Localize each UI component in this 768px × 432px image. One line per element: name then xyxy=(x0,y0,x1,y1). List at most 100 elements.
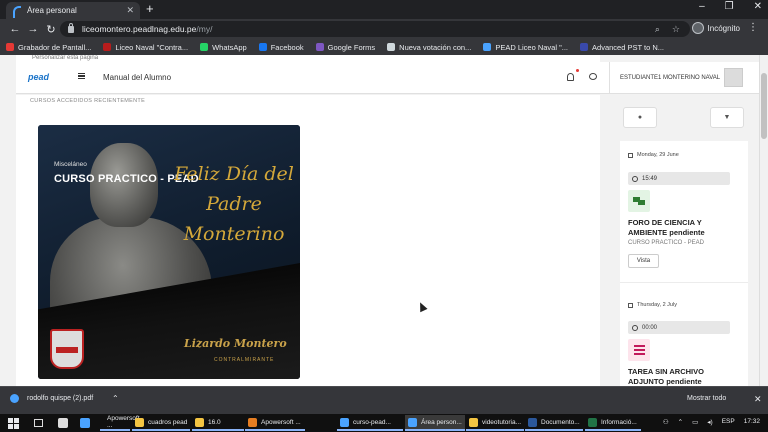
app-icon xyxy=(135,417,144,427)
system-tray: ⚇ ⌃ ▭ ◂) ESP 17:32 xyxy=(663,418,760,426)
timeline-block: Monday, 29 June 15:49 FORO DE CIENCIA Y … xyxy=(620,141,748,386)
scroll-thumb[interactable] xyxy=(761,73,767,139)
taskbar-item[interactable]: Informació... xyxy=(585,415,641,431)
chat-icon[interactable] xyxy=(589,73,597,80)
new-tab-button[interactable]: + xyxy=(146,2,154,16)
taskbar-item[interactable]: Área person... xyxy=(405,415,465,431)
notification-dot xyxy=(576,69,579,72)
app-icon xyxy=(408,417,417,427)
taskbar-item[interactable]: 16.0 xyxy=(192,415,244,431)
taskbar-item[interactable]: videotutoria... xyxy=(466,415,524,431)
course-card[interactable]: Misceláneo CURSO PRACTICO - PEAD Feliz D… xyxy=(38,125,300,379)
language-indicator[interactable]: ESP xyxy=(722,418,735,426)
chevron-up-icon[interactable]: ⌃ xyxy=(678,418,683,426)
file-icon xyxy=(10,394,19,403)
site-title[interactable]: Manual del Alumno xyxy=(103,73,171,82)
view-button[interactable]: Vista xyxy=(628,254,659,268)
clock[interactable]: 17:32 xyxy=(744,418,760,426)
window-controls: – ❐ ✕ xyxy=(699,1,762,12)
taskbar-item[interactable]: Documento... xyxy=(525,415,583,431)
taskbar-item[interactable]: Apowersoft ... xyxy=(245,415,305,431)
store-icon[interactable] xyxy=(58,418,68,428)
event-time: 00:00 xyxy=(628,321,730,334)
tab-title: Área personal xyxy=(27,6,77,15)
recent-courses-block: CURSOS ACCEDIDOS RECIENTEMENTE Misceláne… xyxy=(16,95,600,386)
windows-start-icon[interactable] xyxy=(8,418,19,429)
moodle-navbar: pead Manual del Alumno ESTUDIANTE1 MONTE… xyxy=(16,62,760,94)
hamburger-icon[interactable] xyxy=(78,73,85,79)
chrome-icon[interactable] xyxy=(80,418,90,428)
course-category: Misceláneo xyxy=(54,161,87,168)
section-label: CURSOS ACCEDIDOS RECIENTEMENTE xyxy=(30,98,146,104)
info-button[interactable]: ● xyxy=(623,107,657,128)
app-icon xyxy=(195,417,204,427)
profile-button[interactable]: Incógnito xyxy=(691,22,740,34)
bookmark-favicon-icon xyxy=(483,43,492,51)
shield-icon xyxy=(50,329,84,369)
page-scrollbar[interactable] xyxy=(759,55,768,386)
event-date: Thursday, 2 July xyxy=(628,302,677,308)
bookmark-favicon-icon xyxy=(103,43,112,51)
app-icon xyxy=(248,417,257,427)
window-close-icon[interactable]: ✕ xyxy=(754,1,762,12)
lock-icon xyxy=(68,22,74,33)
clock-icon xyxy=(632,175,638,182)
people-icon[interactable]: ⚇ xyxy=(663,418,669,426)
url-host: liceomontero.peadlnag.edu.pe xyxy=(82,24,197,34)
reload-icon[interactable]: ↻ xyxy=(42,23,60,36)
app-icon xyxy=(528,417,537,427)
close-icon[interactable]: ✕ xyxy=(126,5,134,16)
assignment-icon xyxy=(633,345,645,355)
forum-icon xyxy=(633,197,645,205)
bookmark-item[interactable]: Grabador de Pantall... xyxy=(6,43,91,52)
address-bar[interactable]: liceomontero.peadlnag.edu.pe/my/ ⌕ ☆ xyxy=(60,21,690,37)
bell-icon[interactable] xyxy=(567,73,574,81)
event-title[interactable]: FORO DE CIENCIA Y AMBIENTE pendiente xyxy=(628,218,740,237)
customize-link[interactable]: Personalizar esta página xyxy=(32,55,98,61)
event-date: Monday, 29 June xyxy=(628,152,679,158)
browser-tab[interactable]: Área personal ✕ xyxy=(6,2,140,19)
downloads-bar: rodolfo quispe (2).pdf ⌃ Mostrar todo ✕ xyxy=(0,386,768,414)
search-icon[interactable]: ⌕ xyxy=(655,24,660,35)
avatar[interactable] xyxy=(724,68,743,87)
filter-button[interactable]: ▼ xyxy=(710,107,744,128)
network-icon[interactable]: ▭ xyxy=(692,418,698,426)
event-type-tile xyxy=(628,190,650,212)
bookmark-item[interactable]: Advanced PST to N... xyxy=(580,43,664,52)
close-icon[interactable]: ✕ xyxy=(754,394,762,405)
bookmark-favicon-icon xyxy=(387,43,396,51)
bookmark-item[interactable]: Liceo Naval "Contra... xyxy=(103,43,188,52)
bookmark-favicon-icon xyxy=(580,43,589,51)
page-viewport: Personalizar esta página pead Manual del… xyxy=(0,55,768,386)
site-logo[interactable]: pead xyxy=(28,72,49,82)
chevron-up-icon[interactable]: ⌃ xyxy=(112,394,119,403)
bookmark-item[interactable]: Facebook xyxy=(258,43,304,52)
minimize-icon[interactable]: – xyxy=(699,1,705,12)
event-title[interactable]: TAREA SIN ARCHIVO ADJUNTO pendiente xyxy=(628,367,740,386)
forward-icon[interactable]: → xyxy=(24,23,42,35)
user-name[interactable]: ESTUDIANTE1 MONTERINO NAVAL xyxy=(620,75,720,81)
star-icon[interactable]: ☆ xyxy=(672,24,680,35)
browser-toolbar: ← → ↻ liceomontero.peadlnag.edu.pe/my/ ⌕… xyxy=(0,19,768,39)
task-view-icon[interactable] xyxy=(34,419,43,427)
bookmark-item[interactable]: PEAD Liceo Naval "... xyxy=(483,43,568,52)
back-icon[interactable]: ← xyxy=(6,23,24,35)
show-all-button[interactable]: Mostrar todo xyxy=(687,395,726,402)
bookmark-favicon-icon xyxy=(315,43,324,51)
bookmark-item[interactable]: Google Forms xyxy=(315,43,375,52)
bookmark-item[interactable]: Nueva votación con... xyxy=(387,43,471,52)
bookmarks-bar: Grabador de Pantall... Liceo Naval "Contr… xyxy=(0,39,768,55)
maximize-icon[interactable]: ❐ xyxy=(725,1,734,12)
event-type-tile xyxy=(628,339,650,361)
info-icon: ● xyxy=(637,114,643,121)
bookmark-item[interactable]: WhatsApp xyxy=(200,43,247,52)
incognito-icon xyxy=(691,22,704,34)
taskbar-item[interactable]: cuadros pead xyxy=(132,415,190,431)
download-item[interactable]: rodolfo quispe (2).pdf xyxy=(10,394,93,403)
divider xyxy=(609,62,610,94)
taskbar-item[interactable]: Apowersoft ... xyxy=(100,415,140,431)
menu-icon[interactable]: ⋮ xyxy=(748,22,758,33)
event-time: 15:49 xyxy=(628,172,730,185)
taskbar-item[interactable]: curso-pead... xyxy=(337,415,403,431)
volume-icon[interactable]: ◂) xyxy=(707,418,712,426)
